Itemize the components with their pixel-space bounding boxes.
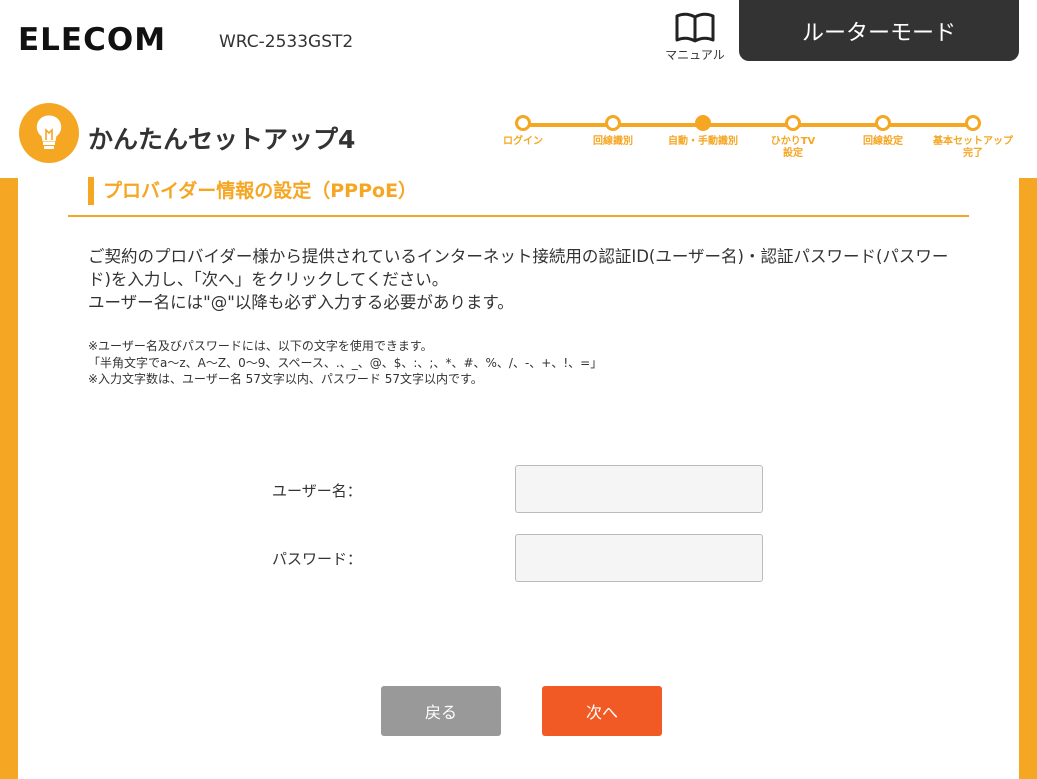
model-name: WRC-2533GST2 — [219, 32, 354, 52]
step-auto-manual: 自動・手動識別 — [658, 114, 748, 148]
section-heading: プロバイダー情報の設定（PPPoE） — [88, 177, 417, 205]
step-label: ひかりTV 設定 — [770, 136, 816, 159]
setup-title: かんたんセットアップ4 — [88, 125, 356, 154]
step-dot — [875, 115, 891, 131]
manual-button[interactable]: マニュアル — [660, 10, 730, 63]
step-label: 基本セットアップ 完了 — [933, 136, 1013, 159]
password-input[interactable] — [515, 534, 763, 582]
router-mode-button[interactable]: ルーターモード — [739, 0, 1019, 61]
step-dot — [965, 115, 981, 131]
step-label: ログイン — [503, 136, 543, 147]
step-line-settings: 回線設定 — [838, 114, 928, 148]
left-accent-bar — [0, 178, 18, 779]
step-label: 自動・手動識別 — [668, 136, 738, 147]
lightbulb-icon — [19, 103, 79, 163]
section-divider — [68, 215, 969, 217]
next-button[interactable]: 次へ — [542, 686, 662, 736]
progress-steps: ログイン 回線識別 自動・手動識別 ひかりTV 設定 回線設定 基本セットアップ… — [478, 114, 1018, 174]
step-label: 回線設定 — [863, 136, 903, 147]
password-label: パスワード： — [272, 550, 363, 568]
step-label: 回線識別 — [593, 136, 633, 147]
step-dot — [785, 115, 801, 131]
username-label: ユーザー名： — [272, 482, 362, 500]
step-dot — [605, 115, 621, 131]
elecom-logo: ELECOM — [18, 22, 167, 58]
step-complete: 基本セットアップ 完了 — [928, 114, 1018, 160]
note-line-3: ※入力文字数は、ユーザー名 57文字以内、パスワード 57文字以内です。 — [88, 372, 483, 386]
step-login: ログイン — [478, 114, 568, 148]
right-accent-bar — [1019, 178, 1037, 779]
intro-text: ご契約のプロバイダー様から提供されているインターネット接続用の認証ID(ユーザー… — [88, 245, 958, 314]
notes: ※ユーザー名及びパスワードには、以下の文字を使用できます。 「半角文字でa～z、… — [88, 337, 958, 388]
step-dot — [515, 115, 531, 131]
back-button[interactable]: 戻る — [381, 686, 501, 736]
intro-line-1: ご契約のプロバイダー様から提供されているインターネット接続用の認証ID(ユーザー… — [88, 247, 949, 289]
note-line-1: ※ユーザー名及びパスワードには、以下の文字を使用できます。 — [88, 339, 433, 353]
step-hikari-tv: ひかりTV 設定 — [748, 114, 838, 160]
manual-label: マニュアル — [665, 48, 725, 62]
book-icon — [675, 12, 715, 43]
step-dot-current — [695, 115, 711, 131]
step-line-identify: 回線識別 — [568, 114, 658, 148]
username-input[interactable] — [515, 465, 763, 513]
intro-line-2: ユーザー名には"@"以降も必ず入力する必要があります。 — [88, 293, 514, 312]
